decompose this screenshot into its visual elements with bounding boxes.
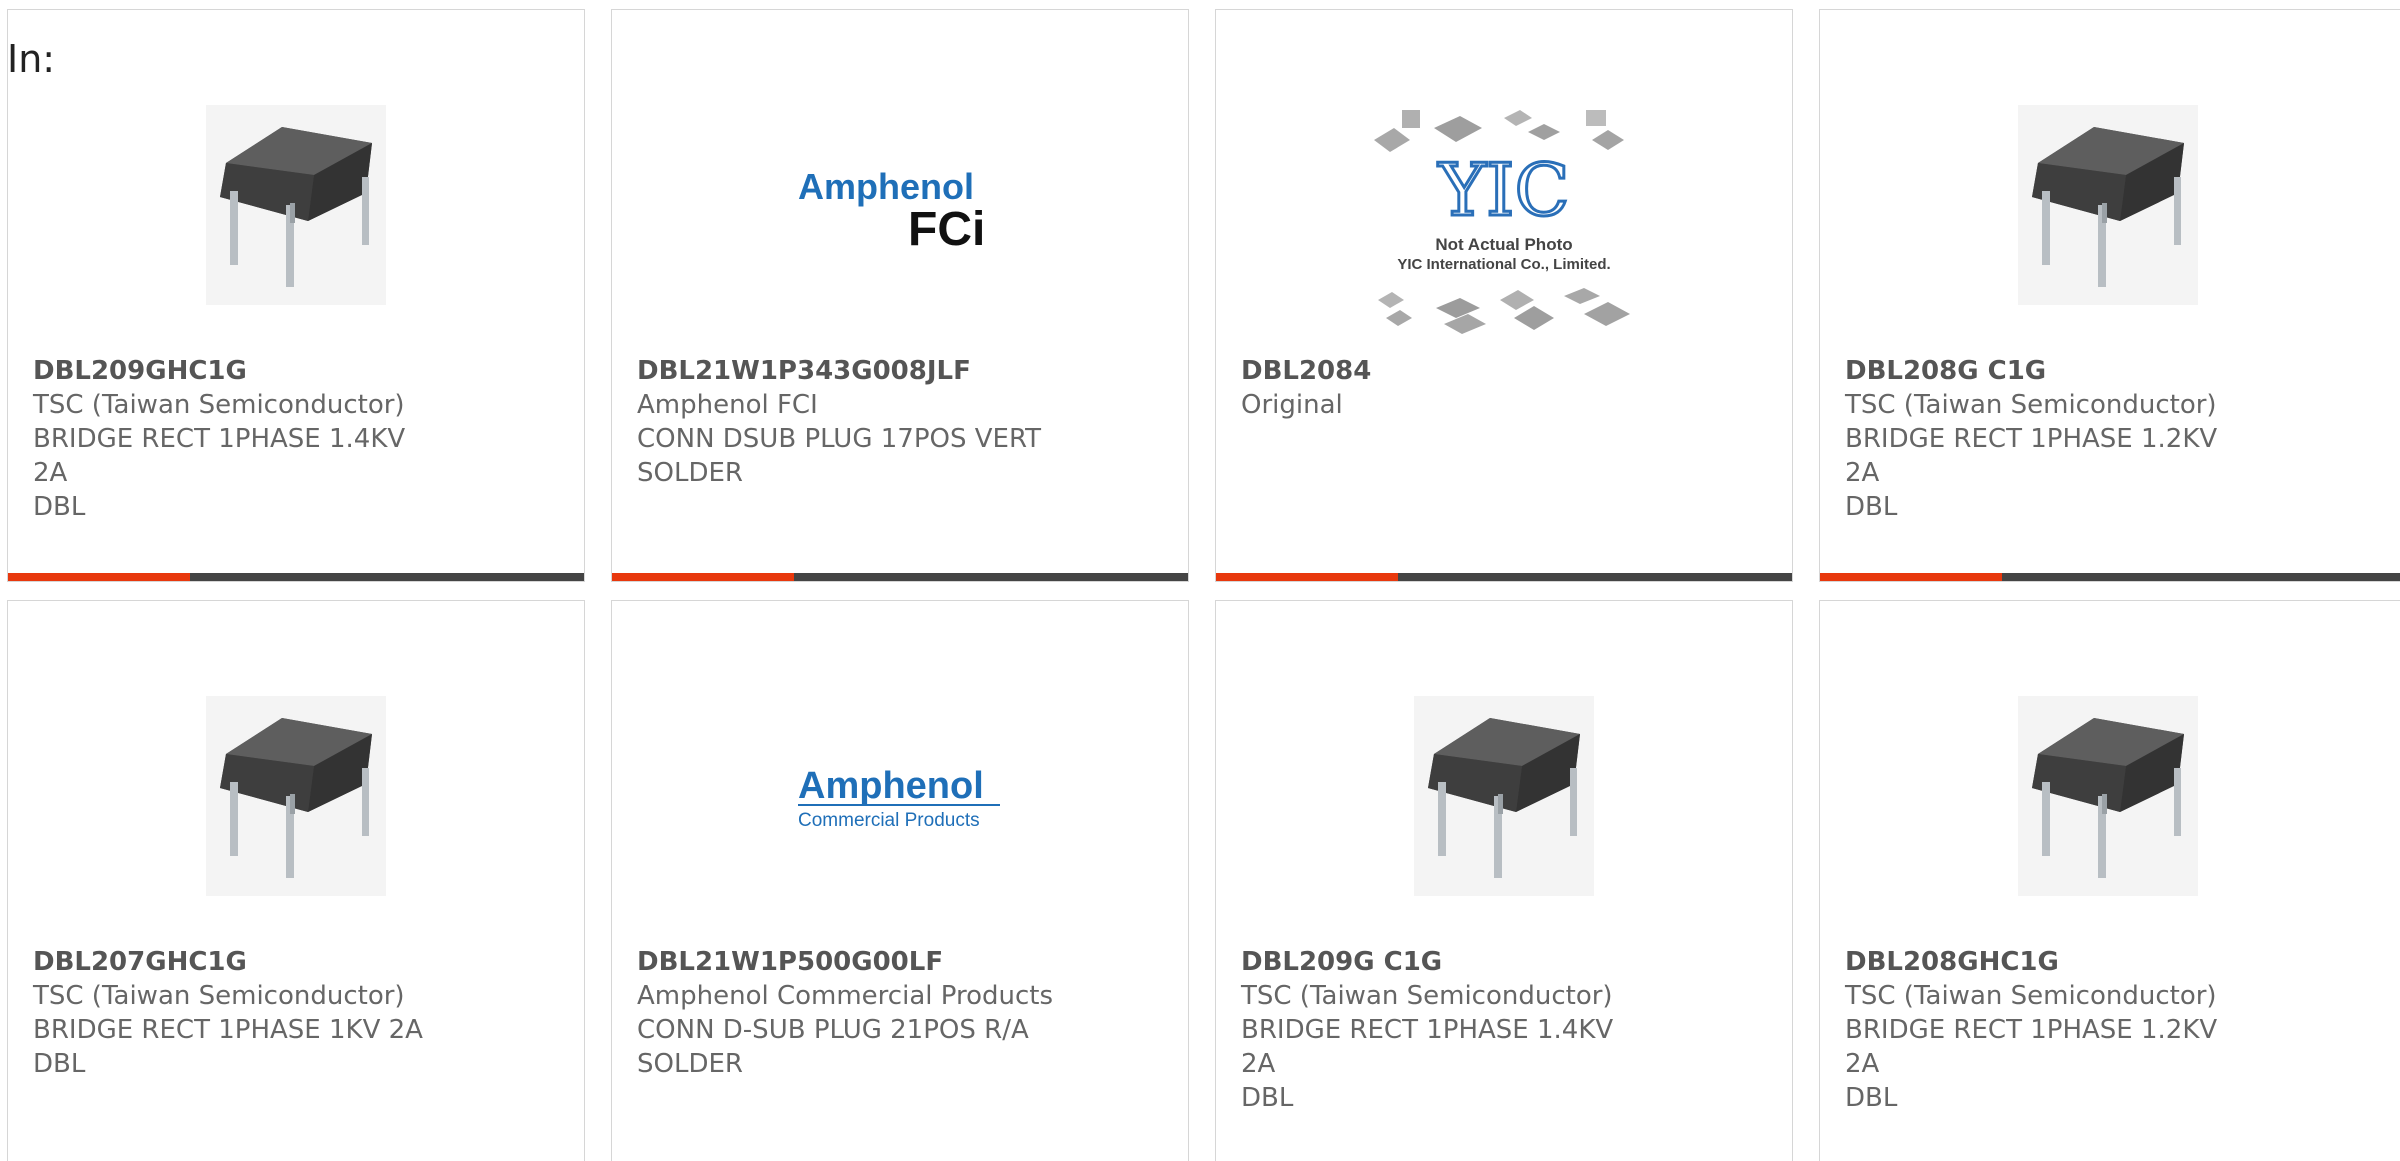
- card-accent: [1216, 573, 1398, 581]
- part-number[interactable]: DBL21W1P343G008JLF: [637, 354, 1168, 388]
- description: BRIDGE RECT 1PHASE 1.4KV 2A: [33, 424, 406, 488]
- product-info: DBL209G C1G TSC (Taiwan Semiconductor) B…: [1241, 945, 1772, 1115]
- product-card[interactable]: YIC Not Actual Photo YIC International C…: [1215, 9, 1793, 582]
- product-image: Amphenol Commercial Products: [612, 671, 1188, 921]
- part-number[interactable]: DBL208GHC1G: [1845, 945, 2398, 979]
- package: DBL: [1241, 1083, 1294, 1113]
- product-image: YIC Not Actual Photo YIC International C…: [1216, 95, 1792, 355]
- placeholder-line-1: Not Actual Photo: [1435, 235, 1572, 254]
- placeholder-line-2: YIC International Co., Limited.: [1397, 256, 1610, 273]
- product-card[interactable]: DBL208G C1G TSC (Taiwan Semiconductor) B…: [1819, 9, 2400, 582]
- bridge-rectifier-photo: [1414, 696, 1594, 896]
- package: DBL: [33, 1049, 86, 1079]
- bridge-rectifier-photo: [206, 696, 386, 896]
- manufacturer: TSC (Taiwan Semiconductor): [1241, 981, 1613, 1011]
- product-image: [8, 80, 584, 330]
- product-card[interactable]: Amphenol Commercial Products DBL21W1P500…: [611, 600, 1189, 1161]
- logo-line-1: Amphenol: [798, 765, 984, 807]
- product-info: DBL207GHC1G TSC (Taiwan Semiconductor) B…: [33, 945, 564, 1081]
- manufacturer: TSC (Taiwan Semiconductor): [1845, 981, 2217, 1011]
- logo-line-1: Amphenol: [798, 166, 974, 207]
- filter-label: In:: [7, 37, 56, 81]
- product-card[interactable]: DBL208GHC1G TSC (Taiwan Semiconductor) B…: [1819, 600, 2400, 1161]
- logo-line-2: FCi: [908, 203, 985, 255]
- product-image: Amphenol FCi: [612, 80, 1188, 330]
- card-accent: [8, 573, 190, 581]
- manufacturer: TSC (Taiwan Semiconductor): [33, 981, 405, 1011]
- part-number[interactable]: DBL21W1P500G00LF: [637, 945, 1168, 979]
- description: CONN D-SUB PLUG 21POS R/A SOLDER: [637, 1015, 1029, 1079]
- card-bottom-bar: [1216, 573, 1792, 581]
- product-grid-page: In: DBL209GHC1G TSC (Taiwan Semiconducto…: [0, 0, 2400, 1161]
- bridge-rectifier-photo: [2018, 696, 2198, 896]
- card-bottom-bar: [612, 573, 1188, 581]
- product-info: DBL2084 Original: [1241, 354, 1772, 422]
- manufacturer: Original: [1241, 390, 1343, 420]
- manufacturer: Amphenol FCI: [637, 390, 818, 420]
- amphenol-commercial-logo: Amphenol Commercial Products: [798, 765, 1000, 831]
- manufacturer: Amphenol Commercial Products: [637, 981, 1053, 1011]
- logo-line-2: Commercial Products: [798, 810, 980, 831]
- description: BRIDGE RECT 1PHASE 1.2KV 2A: [1845, 424, 2218, 488]
- product-card[interactable]: DBL207GHC1G TSC (Taiwan Semiconductor) B…: [7, 600, 585, 1161]
- card-accent: [1820, 573, 2002, 581]
- yic-placeholder-image: YIC Not Actual Photo YIC International C…: [1374, 110, 1630, 334]
- product-image: [1216, 671, 1792, 921]
- product-info: DBL209GHC1G TSC (Taiwan Semiconductor) B…: [33, 354, 564, 524]
- part-number[interactable]: DBL209GHC1G: [33, 354, 564, 388]
- product-image: [1820, 671, 2396, 921]
- card-accent: [612, 573, 794, 581]
- amphenol-fci-logo: Amphenol FCi: [798, 166, 985, 255]
- product-card[interactable]: Amphenol FCi DBL21W1P343G008JLF Amphenol…: [611, 9, 1189, 582]
- description: BRIDGE RECT 1PHASE 1.4KV 2A: [1241, 1015, 1614, 1079]
- bridge-rectifier-photo: [206, 105, 386, 305]
- card-bottom-bar: [8, 573, 584, 581]
- product-info: DBL208GHC1G TSC (Taiwan Semiconductor) B…: [1845, 945, 2398, 1115]
- part-number[interactable]: DBL207GHC1G: [33, 945, 564, 979]
- part-number[interactable]: DBL2084: [1241, 354, 1772, 388]
- yic-logo: YIC: [1437, 148, 1569, 232]
- product-image: [8, 671, 584, 921]
- description: BRIDGE RECT 1PHASE 1KV 2A: [33, 1015, 423, 1045]
- manufacturer: TSC (Taiwan Semiconductor): [1845, 390, 2217, 420]
- product-image: [1820, 80, 2396, 330]
- package: DBL: [33, 492, 86, 522]
- package: DBL: [1845, 492, 1898, 522]
- product-info: DBL208G C1G TSC (Taiwan Semiconductor) B…: [1845, 354, 2398, 524]
- product-card[interactable]: DBL209G C1G TSC (Taiwan Semiconductor) B…: [1215, 600, 1793, 1161]
- part-number[interactable]: DBL209G C1G: [1241, 945, 1772, 979]
- package: DBL: [1845, 1083, 1898, 1113]
- product-info: DBL21W1P500G00LF Amphenol Commercial Pro…: [637, 945, 1168, 1081]
- description: CONN DSUB PLUG 17POS VERT SOLDER: [637, 424, 1042, 488]
- manufacturer: TSC (Taiwan Semiconductor): [33, 390, 405, 420]
- part-number[interactable]: DBL208G C1G: [1845, 354, 2398, 388]
- description: BRIDGE RECT 1PHASE 1.2KV 2A: [1845, 1015, 2218, 1079]
- product-info: DBL21W1P343G008JLF Amphenol FCI CONN DSU…: [637, 354, 1168, 490]
- product-card[interactable]: DBL209GHC1G TSC (Taiwan Semiconductor) B…: [7, 9, 585, 582]
- card-bottom-bar: [1820, 573, 2400, 581]
- bridge-rectifier-photo: [2018, 105, 2198, 305]
